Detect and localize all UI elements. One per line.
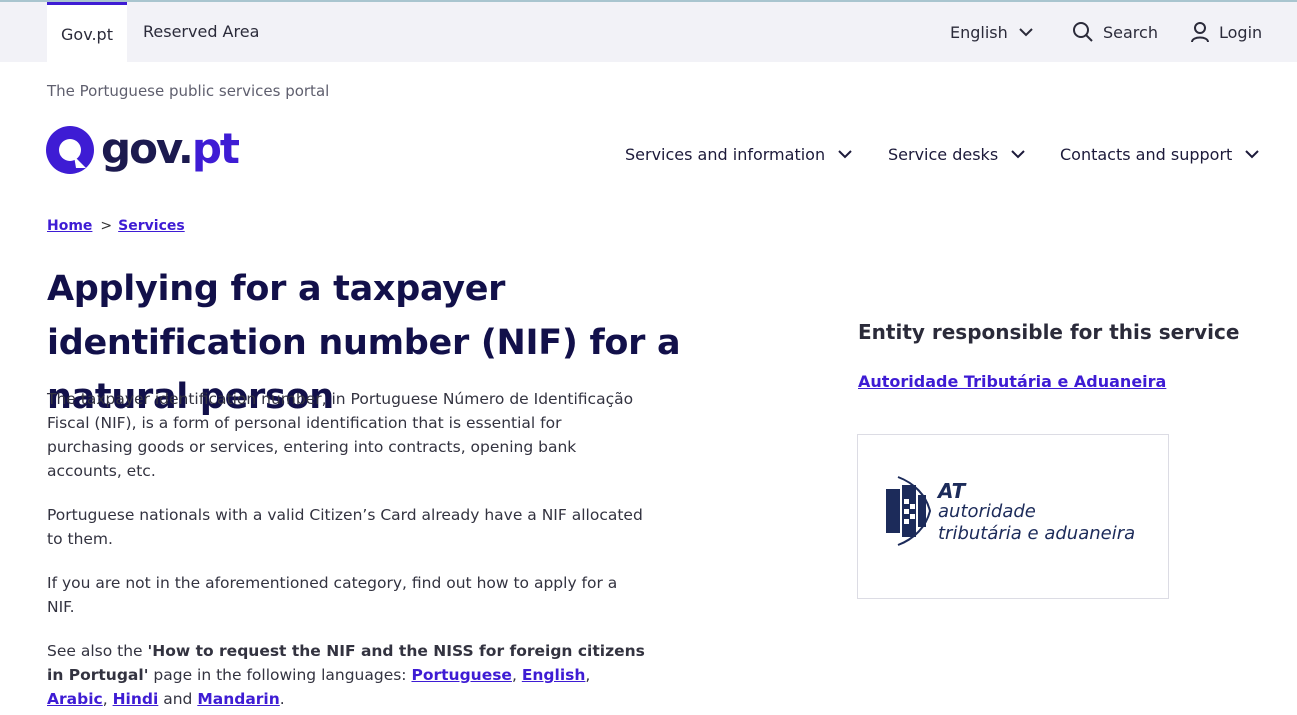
link-mandarin[interactable]: Mandarin xyxy=(197,690,279,708)
breadcrumb-separator: > xyxy=(100,218,113,234)
chevron-down-icon xyxy=(1245,150,1260,159)
search-icon xyxy=(1073,22,1093,42)
at-logo-text: AT autoridade tributária e aduaneira xyxy=(938,479,1136,544)
paragraph-apply: If you are not in the aforementioned cat… xyxy=(47,574,618,616)
link-arabic[interactable]: Arabic xyxy=(47,690,103,708)
login-button[interactable]: Login xyxy=(1190,2,1262,62)
top-utility-bar: Gov.pt Reserved Area English Search Logi… xyxy=(0,0,1297,62)
link-english[interactable]: English xyxy=(522,666,586,684)
user-icon xyxy=(1191,22,1209,43)
nav-services-and-information[interactable]: Services and information xyxy=(625,140,853,168)
tab-reserved-area[interactable]: Reserved Area xyxy=(143,2,259,62)
search-label: Search xyxy=(1103,22,1158,42)
entity-heading: Entity responsible for this service xyxy=(858,320,1240,344)
nav-service-desks[interactable]: Service desks xyxy=(888,140,1026,168)
link-portuguese[interactable]: Portuguese xyxy=(411,666,511,684)
chevron-down-icon xyxy=(1019,28,1033,37)
breadcrumb-services-link[interactable]: Services xyxy=(118,218,185,234)
language-selector[interactable]: English xyxy=(950,2,1034,62)
language-label: English xyxy=(950,22,1008,42)
entity-logo-card[interactable]: AT autoridade tributária e aduaneira xyxy=(857,434,1169,599)
nav-contacts-and-support[interactable]: Contacts and support xyxy=(1060,140,1260,168)
paragraph-nif-definition: The taxpayer identification number, in P… xyxy=(47,390,634,480)
login-label: Login xyxy=(1219,22,1263,42)
portal-tagline: The Portuguese public services portal xyxy=(47,82,330,100)
service-description: The taxpayer identification number, in P… xyxy=(47,387,647,715)
breadcrumb: Home > Services xyxy=(47,218,185,234)
chevron-down-icon xyxy=(1011,150,1025,159)
speech-bubble-logo-icon xyxy=(46,126,94,174)
chevron-down-icon xyxy=(838,150,852,159)
breadcrumb-home-link[interactable]: Home xyxy=(47,218,92,234)
tab-govpt[interactable]: Gov.pt xyxy=(47,2,127,62)
logo-wordmark: gov.pt xyxy=(101,123,240,173)
at-shield-emblem-icon xyxy=(886,476,932,546)
paragraph-see-also: See also the 'How to request the NIF and… xyxy=(47,642,645,708)
govpt-logo[interactable]: gov.pt xyxy=(46,123,240,176)
search-button[interactable]: Search xyxy=(1072,2,1158,62)
paragraph-citizens-card: Portuguese nationals with a valid Citize… xyxy=(47,506,643,548)
link-hindi[interactable]: Hindi xyxy=(113,690,159,708)
entity-link[interactable]: Autoridade Tributária e Aduaneira xyxy=(858,372,1166,391)
